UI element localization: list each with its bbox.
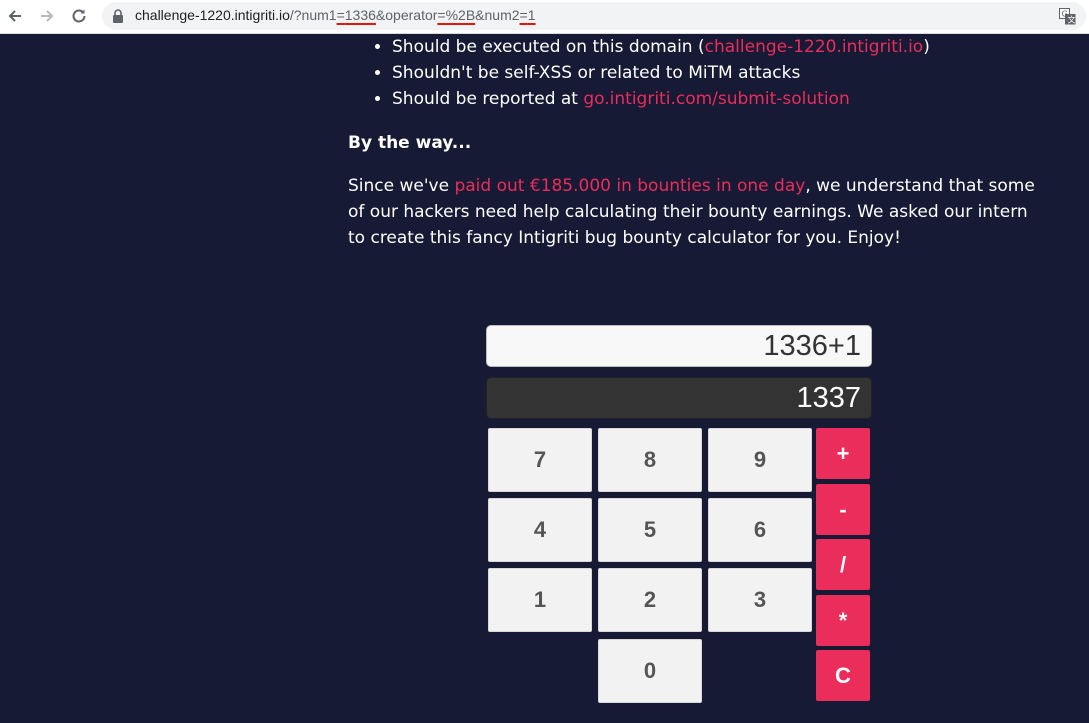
address-bar[interactable]: challenge-1220.intigriti.io/?num1=1336&o…	[102, 2, 1086, 30]
rule-domain-text: Should be executed on this domain (	[392, 37, 705, 57]
url-equals-1: =	[336, 7, 345, 23]
calculator-input-display: 1336+1	[486, 325, 872, 367]
url-param-num2-key: &num2	[475, 7, 520, 23]
rule-report: Should be reported at go.intigriti.com/s…	[392, 86, 1038, 112]
url-param-num2-value: 1	[527, 7, 536, 23]
calculator-result-display: 1337	[486, 377, 872, 419]
reload-button[interactable]	[66, 3, 92, 29]
key-2[interactable]: 2	[598, 568, 702, 632]
key-8[interactable]: 8	[598, 428, 702, 492]
back-button[interactable]	[2, 3, 28, 29]
url-param-num1-value: 1336	[344, 7, 376, 23]
calculator-input-value: 1336+1	[763, 330, 861, 362]
rule-report-text: Should be reported at	[392, 89, 584, 109]
url-equals-3: =	[519, 7, 528, 23]
by-the-way-heading: By the way...	[348, 133, 472, 153]
url-param-operator-key: &operator	[375, 7, 438, 23]
operator-minus-button[interactable]: -	[816, 484, 870, 535]
key-9[interactable]: 9	[708, 428, 812, 492]
key-4[interactable]: 4	[488, 498, 592, 562]
rule-domain: Should be executed on this domain (chall…	[392, 34, 1038, 60]
key-3[interactable]: 3	[708, 568, 812, 632]
key-6[interactable]: 6	[708, 498, 812, 562]
calculator-result-value: 1337	[796, 382, 861, 414]
browser-toolbar: challenge-1220.intigriti.io/?num1=1336&o…	[0, 0, 1089, 34]
url-param-operator-value: %2B	[445, 7, 476, 23]
rules-list: Should be executed on this domain (chall…	[348, 34, 1038, 112]
rule-no-self-xss: Shouldn't be self-XSS or related to MiTM…	[392, 60, 1038, 86]
forward-arrow-icon	[41, 10, 54, 22]
forward-button[interactable]	[34, 3, 60, 29]
reload-icon	[72, 9, 86, 23]
key-1[interactable]: 1	[488, 568, 592, 632]
intro-text-before: Since we've	[348, 176, 455, 196]
submit-solution-link[interactable]: go.intigriti.com/submit-solution	[583, 89, 849, 109]
back-arrow-icon	[8, 10, 21, 22]
key-5[interactable]: 5	[598, 498, 702, 562]
lock-icon	[113, 9, 123, 23]
bounties-link[interactable]: paid out €185.000 in bounties in one day	[454, 176, 805, 196]
intro-paragraph: Since we've paid out €185.000 in bountie…	[348, 173, 1038, 251]
challenge-domain-link[interactable]: challenge-1220.intigriti.io	[705, 37, 924, 57]
svg-text:文: 文	[1068, 15, 1076, 25]
url-host: challenge-1220.intigriti.io	[135, 7, 290, 23]
challenge-content: Should be executed on this domain (chall…	[348, 34, 1038, 251]
key-0[interactable]: 0	[598, 639, 702, 703]
operator-plus-button[interactable]: +	[816, 428, 870, 479]
translate-icon[interactable]: G 文	[1059, 8, 1076, 25]
url-equals-2: =	[437, 7, 446, 23]
operator-multiply-button[interactable]: *	[816, 595, 870, 646]
rule-domain-suffix: )	[923, 37, 930, 57]
url-text[interactable]: challenge-1220.intigriti.io/?num1=1336&o…	[135, 7, 536, 23]
url-param-num1-key: /?num1	[289, 7, 337, 23]
clear-button[interactable]: C	[816, 650, 870, 701]
rule-no-self-xss-text: Shouldn't be self-XSS or related to MiTM…	[392, 63, 801, 83]
operator-divide-button[interactable]: /	[816, 539, 870, 590]
key-7[interactable]: 7	[488, 428, 592, 492]
